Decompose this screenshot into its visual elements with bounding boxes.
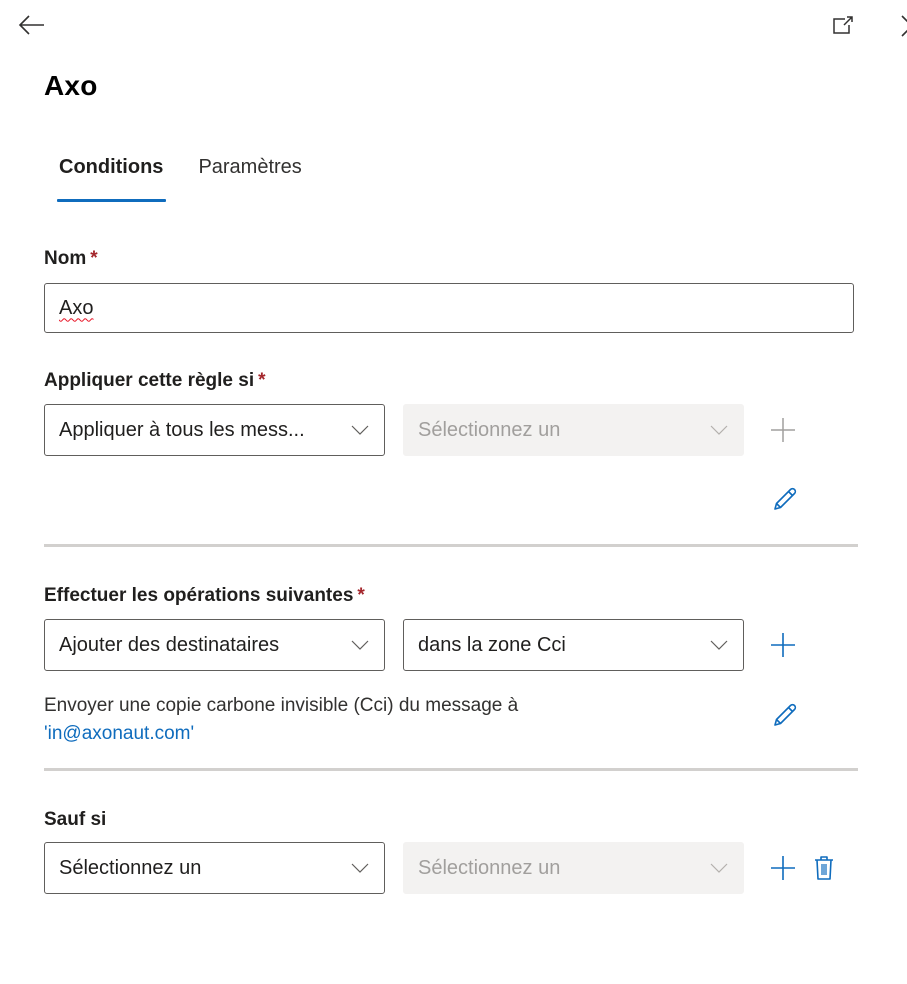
actions-label: Effectuer les opérations suivantes *	[44, 585, 365, 607]
back-button[interactable]	[14, 10, 48, 40]
tab-parametres[interactable]: Paramètres	[186, 152, 313, 202]
exception-dropdown-value: Sélectionnez un	[59, 856, 202, 879]
recipient-link[interactable]: 'in@axonaut.com'	[44, 720, 664, 748]
action-dropdown-value: Ajouter des destinataires	[59, 633, 280, 656]
chevron-down-icon	[350, 862, 370, 874]
plus-icon	[771, 856, 795, 880]
delete-exception-button[interactable]	[810, 851, 838, 885]
name-field-label: Nom *	[44, 248, 98, 270]
tab-bar: Conditions Paramètres	[44, 152, 334, 204]
required-mark: *	[258, 370, 266, 391]
exception-dropdown[interactable]: Sélectionnez un	[44, 842, 385, 894]
arrow-left-icon	[18, 15, 44, 35]
trash-icon	[815, 856, 833, 880]
chevron-down-icon	[709, 639, 729, 651]
chevron-down-icon	[350, 639, 370, 651]
section-divider	[44, 768, 858, 771]
open-in-new-window-button[interactable]	[826, 10, 860, 40]
condition-dropdown[interactable]: Appliquer à tous les mess...	[44, 404, 385, 456]
name-input[interactable]: Axo	[44, 283, 854, 333]
exceptions-label: Sauf si	[44, 809, 106, 831]
exception-value-dropdown-placeholder: Sélectionnez un	[418, 856, 561, 879]
action-target-dropdown[interactable]: dans la zone Cci	[403, 619, 744, 671]
chevron-down-icon	[350, 424, 370, 436]
required-mark: *	[90, 248, 98, 269]
chevron-down-icon	[709, 862, 729, 874]
apply-rule-label-text: Appliquer cette règle si	[44, 370, 255, 391]
edit-action-button[interactable]	[768, 698, 802, 732]
name-label-text: Nom	[44, 248, 87, 269]
close-icon	[901, 15, 907, 37]
action-dropdown[interactable]: Ajouter des destinataires	[44, 619, 385, 671]
action-description-text: Envoyer une copie carbone invisible (Cci…	[44, 695, 519, 716]
plus-icon	[771, 633, 795, 657]
action-description: Envoyer une copie carbone invisible (Cci…	[44, 692, 664, 748]
section-divider	[44, 544, 858, 547]
actions-label-text: Effectuer les opérations suivantes	[44, 585, 354, 606]
condition-value-dropdown-placeholder: Sélectionnez un	[418, 418, 561, 441]
exception-value-dropdown: Sélectionnez un	[403, 842, 744, 894]
pencil-icon	[774, 703, 797, 726]
required-mark: *	[357, 585, 365, 606]
action-target-dropdown-value: dans la zone Cci	[418, 633, 566, 656]
plus-icon	[771, 418, 795, 442]
apply-rule-label: Appliquer cette règle si *	[44, 370, 266, 392]
name-input-value: Axo	[59, 296, 94, 319]
page-title: Axo	[44, 70, 98, 101]
tab-conditions[interactable]: Conditions	[44, 152, 167, 202]
add-condition-button	[766, 413, 800, 447]
open-in-new-window-icon	[833, 16, 853, 34]
add-exception-button[interactable]	[766, 851, 800, 885]
chevron-down-icon	[709, 424, 729, 436]
edit-condition-button[interactable]	[768, 482, 802, 516]
pencil-icon	[774, 487, 797, 510]
condition-dropdown-value: Appliquer à tous les mess...	[59, 418, 305, 441]
exceptions-label-text: Sauf si	[44, 809, 107, 830]
close-button[interactable]	[892, 10, 907, 40]
add-action-button[interactable]	[766, 628, 800, 662]
condition-value-dropdown: Sélectionnez un	[403, 404, 744, 456]
